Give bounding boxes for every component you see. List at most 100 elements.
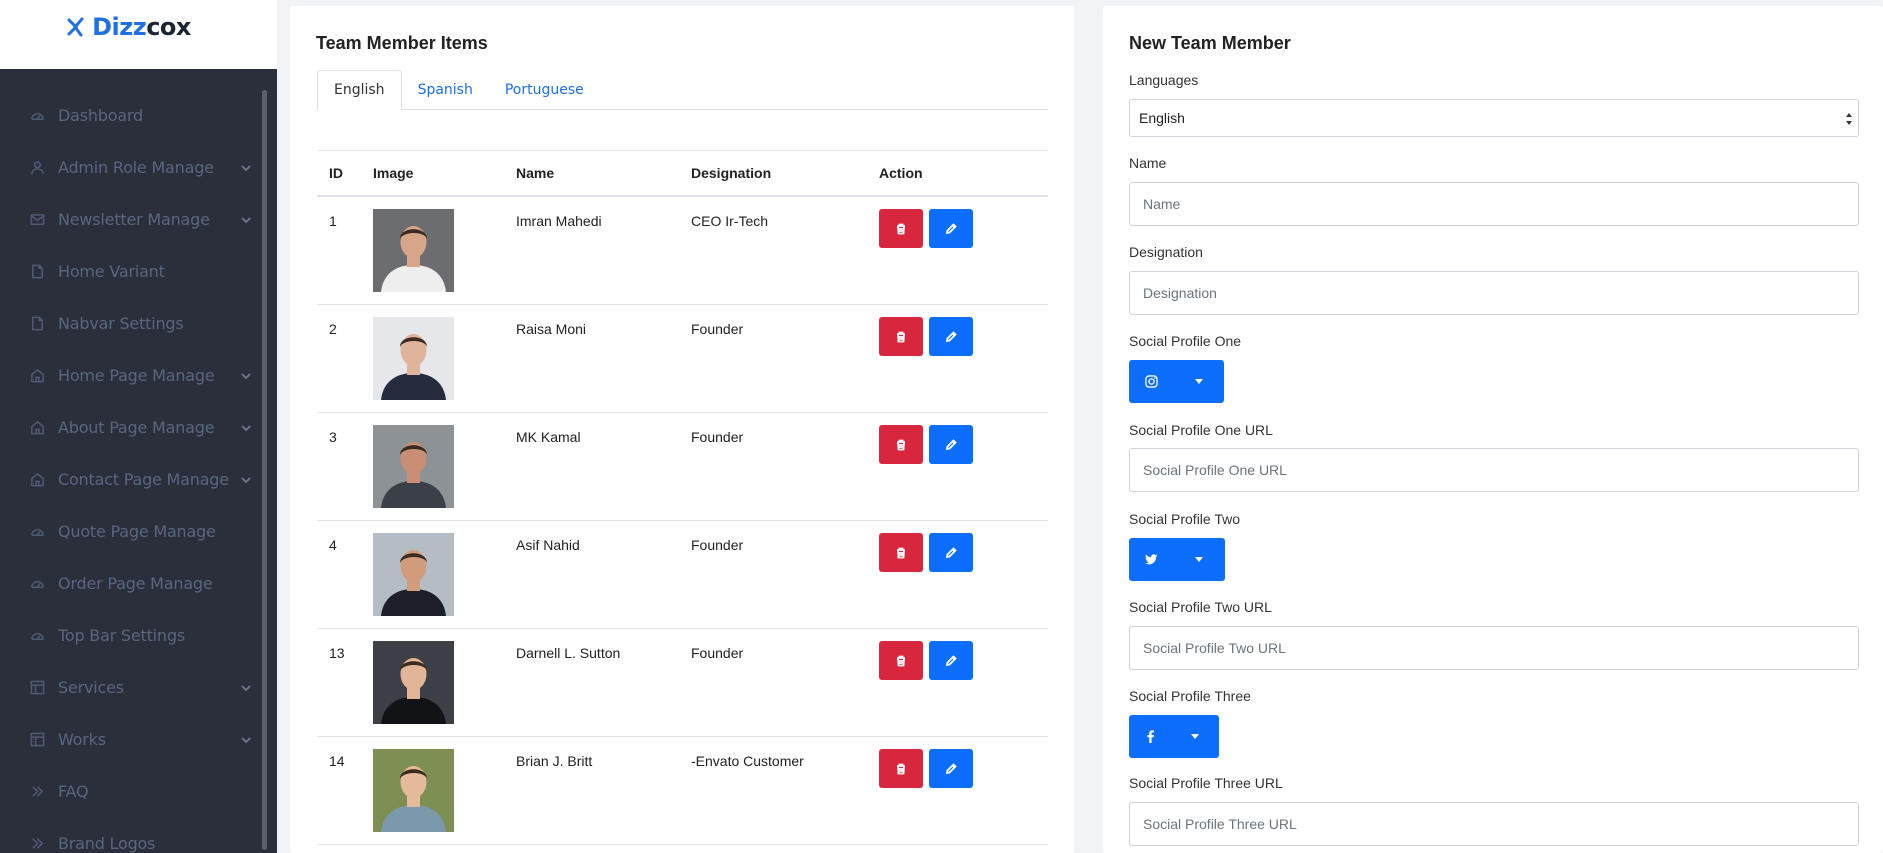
edit-button[interactable] bbox=[929, 533, 973, 572]
chevron-down-icon[interactable] bbox=[240, 161, 252, 173]
sidebar-item-label: Order Page Manage bbox=[58, 573, 213, 593]
brand-name-part2: cox bbox=[146, 13, 191, 41]
chevron-down-icon[interactable] bbox=[240, 369, 252, 381]
cell-id: 2 bbox=[329, 321, 337, 337]
column-header-designation[interactable]: Designation bbox=[691, 165, 879, 181]
table-row: 14 Brian J. Britt -Envato Customer bbox=[317, 737, 1048, 845]
designation-input[interactable] bbox=[1129, 271, 1859, 315]
cell-name: Brian J. Britt bbox=[516, 753, 593, 769]
column-header-id[interactable]: ID bbox=[317, 165, 373, 181]
languages-selected-value: English bbox=[1139, 110, 1185, 126]
brand-header: Dizzcox bbox=[0, 0, 277, 69]
cell-image bbox=[373, 737, 516, 832]
sidebar-item-top-bar-settings[interactable]: Top Bar Settings bbox=[0, 609, 262, 661]
table-row: 1 Imran Mahedi CEO Ir-Tech bbox=[317, 197, 1048, 305]
column-header-image[interactable]: Image bbox=[373, 165, 516, 181]
tab-spanish[interactable]: Spanish bbox=[402, 70, 489, 110]
sidebar-item-newsletter-manage[interactable]: Newsletter Manage bbox=[0, 193, 262, 245]
avatar-photo bbox=[373, 209, 454, 292]
double-chevron-icon bbox=[29, 783, 45, 799]
sidebar-item-label: Home Page Manage bbox=[58, 365, 215, 385]
trash-icon bbox=[897, 763, 905, 774]
name-input[interactable] bbox=[1129, 182, 1859, 226]
designation-label: Designation bbox=[1129, 244, 1203, 260]
social1-icon-picker[interactable] bbox=[1129, 360, 1224, 403]
sidebar-item-label: Works bbox=[58, 729, 106, 749]
chevron-down-icon[interactable] bbox=[240, 733, 252, 745]
social1-url-input[interactable] bbox=[1129, 448, 1859, 492]
sidebar-item-admin-role-manage[interactable]: Admin Role Manage bbox=[0, 141, 262, 193]
edit-button[interactable] bbox=[929, 641, 973, 680]
social2-icon-picker[interactable] bbox=[1129, 538, 1225, 581]
cell-actions bbox=[879, 197, 1048, 248]
sidebar-item-dashboard[interactable]: Dashboard bbox=[0, 89, 262, 141]
language-tabs: English Spanish Portuguese bbox=[317, 70, 1048, 110]
social3-url-input[interactable] bbox=[1129, 802, 1859, 846]
edit-button[interactable] bbox=[929, 209, 973, 248]
pencil-icon bbox=[945, 546, 957, 558]
sidebar-item-quote-page-manage[interactable]: Quote Page Manage bbox=[0, 505, 262, 557]
cell-image bbox=[373, 521, 516, 616]
languages-select[interactable]: English bbox=[1129, 99, 1859, 137]
table-body: 1 Imran Mahedi CEO Ir-Tech 2 Raisa Moni Found… bbox=[317, 197, 1048, 845]
edit-button[interactable] bbox=[929, 425, 973, 464]
caret-down-icon bbox=[1195, 557, 1203, 562]
cell-name: MK Kamal bbox=[516, 429, 581, 445]
brand-logo[interactable]: Dizzcox bbox=[66, 13, 191, 41]
cell-designation: CEO Ir-Tech bbox=[691, 213, 769, 229]
sidebar-item-faq[interactable]: FAQ bbox=[0, 765, 262, 817]
sidebar-item-home-variant[interactable]: Home Variant bbox=[0, 245, 262, 297]
delete-button[interactable] bbox=[879, 641, 923, 680]
delete-button[interactable] bbox=[879, 209, 923, 248]
sidebar-item-about-page-manage[interactable]: About Page Manage bbox=[0, 401, 262, 453]
chevron-down-icon[interactable] bbox=[240, 681, 252, 693]
sidebar-item-works[interactable]: Works bbox=[0, 713, 262, 765]
file-icon bbox=[29, 263, 45, 279]
delete-button[interactable] bbox=[879, 317, 923, 356]
social2-url-input[interactable] bbox=[1129, 626, 1859, 670]
avatar-photo bbox=[373, 317, 454, 400]
home-icon bbox=[29, 367, 45, 383]
delete-button[interactable] bbox=[879, 425, 923, 464]
sidebar-item-contact-page-manage[interactable]: Contact Page Manage bbox=[0, 453, 262, 505]
home-icon bbox=[29, 471, 45, 487]
social3-icon-picker[interactable] bbox=[1129, 715, 1219, 758]
column-header-name[interactable]: Name bbox=[516, 165, 691, 181]
trash-icon bbox=[897, 655, 905, 666]
edit-button[interactable] bbox=[929, 317, 973, 356]
social1-label: Social Profile One bbox=[1129, 333, 1242, 349]
new-team-member-card: New Team Member Languages English Name D… bbox=[1103, 6, 1883, 853]
delete-button[interactable] bbox=[879, 533, 923, 572]
sidebar-item-home-page-manage[interactable]: Home Page Manage bbox=[0, 349, 262, 401]
pencil-icon bbox=[945, 330, 957, 342]
edit-button[interactable] bbox=[929, 749, 973, 788]
delete-button[interactable] bbox=[879, 749, 923, 788]
cell-name: Asif Nahid bbox=[516, 537, 580, 553]
pencil-icon bbox=[945, 438, 957, 450]
sidebar-scrollbar[interactable] bbox=[262, 90, 267, 850]
sidebar-item-label: About Page Manage bbox=[58, 417, 215, 437]
sidebar-item-nabvar-settings[interactable]: Nabvar Settings bbox=[0, 297, 262, 349]
cell-image bbox=[373, 305, 516, 400]
sidebar-item-label: Brand Logos bbox=[58, 833, 156, 853]
cell-id: 13 bbox=[329, 645, 345, 661]
cell-id: 3 bbox=[329, 429, 337, 445]
mail-icon bbox=[29, 211, 45, 227]
cell-actions bbox=[879, 629, 1048, 680]
chevron-down-icon[interactable] bbox=[240, 473, 252, 485]
sidebar-item-order-page-manage[interactable]: Order Page Manage bbox=[0, 557, 262, 609]
social3-url-label: Social Profile Three URL bbox=[1129, 775, 1283, 791]
tab-portuguese[interactable]: Portuguese bbox=[489, 70, 600, 110]
languages-label: Languages bbox=[1129, 72, 1199, 88]
trash-icon bbox=[897, 223, 905, 234]
sidebar-item-brand-logos[interactable]: Brand Logos bbox=[0, 817, 262, 853]
column-header-action[interactable]: Action bbox=[879, 165, 1048, 181]
home-icon bbox=[29, 419, 45, 435]
chevron-down-icon[interactable] bbox=[240, 213, 252, 225]
tab-english[interactable]: English bbox=[317, 70, 402, 110]
sidebar-item-services[interactable]: Services bbox=[0, 661, 262, 713]
layout-icon bbox=[29, 679, 45, 695]
chevron-down-icon[interactable] bbox=[240, 421, 252, 433]
sidebar-item-label: Nabvar Settings bbox=[58, 313, 184, 333]
cell-designation: Founder bbox=[691, 537, 744, 553]
